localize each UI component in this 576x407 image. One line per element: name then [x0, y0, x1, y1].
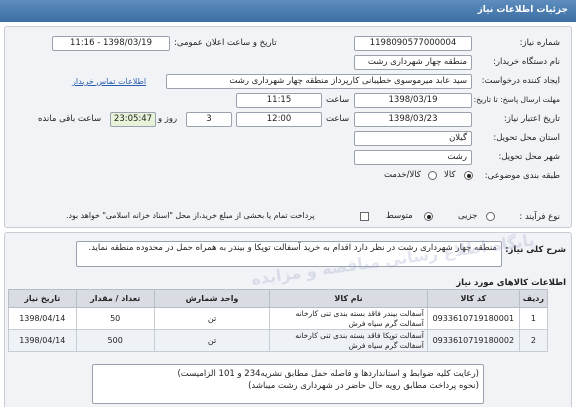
province-field: گیلان [354, 131, 472, 146]
item-qty: 50 [75, 307, 155, 330]
goods-table-header-row: ردیف کد کالا نام کالا واحد شمارش تعداد /… [8, 289, 549, 308]
column-header-row: ردیف [518, 289, 549, 308]
announce-field: 1398/03/19 - 11:16 [52, 36, 170, 51]
buyer-notes-field: (رعایت کلیه ضوابط و استانداردها و فاصله … [92, 364, 484, 404]
item-code: 0933610719180001 [426, 307, 520, 330]
category-goods-service-label: کالا/خدمت [384, 170, 421, 180]
creator-label: ایجاد کننده درخواست: [481, 76, 560, 86]
city-field: رشت [354, 150, 472, 165]
item-code: 0933610719180002 [426, 329, 520, 352]
row-number: 2 [518, 329, 549, 352]
process-medium-label: متوسط [386, 211, 413, 221]
description-label: شرح کلی نیاز: [505, 245, 566, 255]
validity-time-field: 12:00 [236, 112, 322, 127]
days-label: روز و [158, 114, 178, 124]
category-goods-service-radio[interactable] [428, 171, 437, 180]
page-header: جزئیات اطلاعات نیاز [0, 0, 576, 22]
buyer-label: نام دستگاه خریدار: [493, 57, 560, 67]
process-minor-label: جزیی [458, 211, 478, 221]
category-goods-radio[interactable] [464, 171, 473, 180]
column-header-unit: واحد شمارش [153, 289, 271, 308]
remaining-time-field: 23:05:47 [110, 112, 156, 127]
item-name: آسفالت توپکا فاقد بسته بندی تنی کارخانه … [269, 329, 428, 352]
announce-label: تاریخ و ساعت اعلان عمومی: [174, 38, 277, 48]
goods-section-label: اطلاعات کالاهای مورد نیاز [456, 278, 566, 288]
buyer-field: منطقه چهار شهرداری رشت [354, 55, 472, 70]
item-date: 1398/04/14 [8, 307, 77, 330]
table-row: 1 0933610719180001 آسفالت بیندر فاقد بست… [8, 307, 549, 330]
description-field: منطقه چهار شهرداری رشت در نظر دارد اقدام… [76, 241, 502, 267]
validity-label: تاریخ اعتبار نیاز: [503, 114, 560, 124]
send-deadline-label: مهلت ارسال پاسخ: تا تاریخ: [473, 95, 560, 104]
need-number-label: شماره نیاز: [519, 38, 560, 48]
process-label: نوع فرآیند : [519, 212, 560, 222]
column-header-date: تاریخ نیاز [8, 289, 77, 308]
category-label: طبقه بندی موضوعی: [484, 171, 560, 181]
remaining-label: ساعت باقی مانده [38, 114, 102, 124]
column-header-name: نام کالا [269, 289, 428, 308]
validity-time-label: ساعت [326, 114, 350, 124]
column-header-code: کد کالا [426, 289, 520, 308]
need-number-field: 1198090577000004 [354, 36, 472, 51]
creator-field: سید عابد میرموسوی خطیبانی کارپرداز منطقه… [166, 74, 472, 89]
buyer-contact-link[interactable]: اطلاعات تماس خریدار [72, 77, 146, 86]
need-details-panel [4, 26, 572, 228]
treasury-payment-text: پرداخت تمام یا بخشی از مبلغ خرید،از محل … [66, 211, 315, 220]
row-number: 1 [518, 307, 549, 330]
validity-date-field: 1398/03/23 [354, 112, 472, 127]
treasury-payment-checkbox[interactable] [360, 212, 369, 221]
table-row: 2 0933610719180002 آسفالت توپکا فاقد بست… [8, 329, 549, 352]
remaining-days-field: 3 [186, 112, 232, 127]
column-header-qty: تعداد / مقدار [75, 289, 155, 308]
send-time-label: ساعت [326, 95, 350, 105]
page-title: جزئیات اطلاعات نیاز [477, 5, 568, 15]
buyer-notes-line-1: (رعایت کلیه ضوابط و استانداردها و فاصله … [177, 369, 479, 379]
province-label: استان محل تحویل: [493, 133, 560, 143]
goods-table: ردیف کد کالا نام کالا واحد شمارش تعداد /… [8, 289, 549, 352]
item-name: آسفالت بیندر فاقد بسته بندی تنی کارخانه … [269, 307, 428, 330]
buyer-notes-line-2: (نحوه پرداخت مطابق رویه حال حاضر در شهرد… [248, 381, 479, 391]
send-time-field: 11:15 [236, 93, 322, 108]
city-label: شهر محل تحویل: [498, 152, 560, 162]
item-qty: 500 [75, 329, 155, 352]
item-date: 1398/04/14 [8, 329, 77, 352]
item-unit: تن [153, 307, 271, 330]
send-date-field: 1398/03/19 [354, 93, 472, 108]
category-goods-label: کالا [444, 170, 456, 180]
process-minor-radio[interactable] [486, 212, 495, 221]
item-unit: تن [153, 329, 271, 352]
process-medium-radio[interactable] [424, 212, 433, 221]
